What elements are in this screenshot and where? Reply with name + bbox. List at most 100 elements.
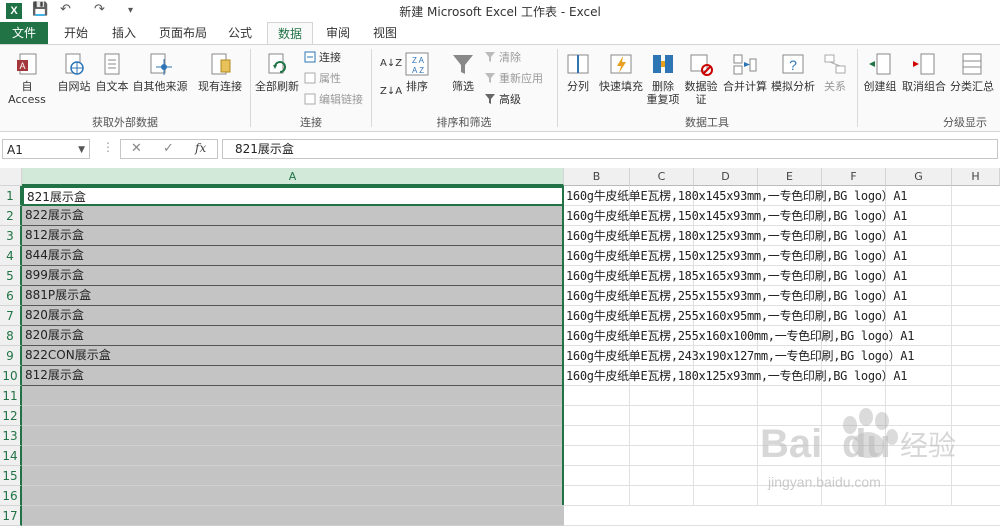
remove-duplicates-button[interactable]: 删除 重复项 [646, 51, 680, 106]
relationships-button[interactable]: 关系 [818, 51, 852, 93]
chevron-down-icon[interactable]: ▼ [78, 140, 85, 160]
tab-review[interactable]: 审阅 [318, 22, 358, 44]
row-header[interactable]: 14 [0, 446, 22, 466]
subtotal-button[interactable]: 分类汇总 [949, 51, 995, 93]
reapply-button[interactable]: 重新应用 [484, 72, 543, 86]
tab-page-layout[interactable]: 页面布局 [152, 22, 214, 44]
row-header[interactable]: 2 [0, 206, 22, 226]
resize-handle[interactable]: ⋮ [102, 140, 114, 154]
row-header[interactable]: 9 [0, 346, 22, 366]
filter-button[interactable]: 筛选 [446, 51, 480, 93]
cell-a[interactable] [22, 506, 564, 526]
row-header[interactable]: 13 [0, 426, 22, 446]
cell-a[interactable]: 881P展示盒 [22, 286, 564, 306]
column-header-e[interactable]: E [758, 168, 822, 186]
row-header[interactable]: 4 [0, 246, 22, 266]
consolidate-button[interactable]: 合并计算 [722, 51, 768, 93]
cell-b[interactable]: 160g牛皮纸单E瓦楞,243x190x127mm,一专色印刷,BG logo）… [566, 346, 914, 366]
column-header-h[interactable]: H [952, 168, 1000, 186]
save-icon[interactable]: 💾 [32, 2, 48, 17]
tab-data[interactable]: 数据 [267, 22, 313, 45]
row-header[interactable]: 6 [0, 286, 22, 306]
cell-a[interactable]: 812展示盒 [22, 366, 564, 386]
tab-view[interactable]: 视图 [365, 22, 405, 44]
cell-b[interactable]: 160g牛皮纸单E瓦楞,255x160x95mm,一专色印刷,BG logo）A… [566, 306, 908, 326]
cell-a[interactable] [22, 426, 564, 446]
row-header[interactable]: 5 [0, 266, 22, 286]
excel-app-icon[interactable]: X [6, 3, 22, 19]
select-all-corner[interactable] [0, 168, 22, 186]
name-box[interactable]: A1 ▼ [2, 139, 90, 159]
cell-b[interactable]: 160g牛皮纸单E瓦楞,180x125x93mm,一专色印刷,BG logo）A… [566, 366, 908, 386]
tab-file[interactable]: 文件 [0, 22, 48, 44]
cell-a[interactable] [22, 386, 564, 406]
row-header[interactable]: 16 [0, 486, 22, 506]
tab-formulas[interactable]: 公式 [220, 22, 260, 44]
cell-a[interactable]: 812展示盒 [22, 226, 564, 246]
row-header[interactable]: 3 [0, 226, 22, 246]
redo-icon[interactable]: ↷ [94, 2, 105, 17]
cell-a[interactable]: 822展示盒 [22, 206, 564, 226]
from-other-sources-button[interactable]: 自其他来源 [132, 51, 188, 93]
cell-b[interactable]: 160g牛皮纸单E瓦楞,185x165x93mm,一专色印刷,BG logo）A… [566, 266, 908, 286]
row-header[interactable]: 1 [0, 186, 22, 206]
cell-a[interactable] [22, 446, 564, 466]
from-access-button[interactable]: A 自 Access [2, 51, 52, 106]
tab-insert[interactable]: 插入 [104, 22, 144, 44]
properties-button[interactable]: 属性 [304, 72, 341, 86]
sort-ascending-icon[interactable]: A↓Z [380, 57, 402, 71]
column-header-d[interactable]: D [694, 168, 758, 186]
ungroup-button[interactable]: 取消组合 [901, 51, 947, 93]
qat-customize-icon[interactable]: ▾ [128, 5, 133, 16]
cell-b[interactable]: 160g牛皮纸单E瓦楞,180x145x93mm,一专色印刷,BG logo）A… [566, 186, 908, 206]
cancel-icon[interactable]: ✕ [131, 141, 142, 156]
cell-a[interactable] [22, 466, 564, 486]
cell-b[interactable]: 160g牛皮纸单E瓦楞,150x145x93mm,一专色印刷,BG logo）A… [566, 206, 908, 226]
clear-filter-button[interactable]: 清除 [484, 51, 521, 65]
row-header[interactable]: 15 [0, 466, 22, 486]
cell-b[interactable]: 160g牛皮纸单E瓦楞,255x155x93mm,一专色印刷,BG logo）A… [566, 286, 908, 306]
edit-links-button[interactable]: 编辑链接 [304, 93, 363, 107]
column-header-f[interactable]: F [822, 168, 886, 186]
column-header-c[interactable]: C [630, 168, 694, 186]
text-to-columns-button[interactable]: 分列 [561, 51, 595, 93]
function-icon[interactable]: fx [195, 141, 206, 155]
cell-a[interactable]: 820展示盒 [22, 326, 564, 346]
tab-home[interactable]: 开始 [56, 22, 96, 44]
row-header[interactable]: 12 [0, 406, 22, 426]
connections-button[interactable]: 连接 [304, 51, 341, 65]
column-header-b[interactable]: B [564, 168, 630, 186]
row-header[interactable]: 8 [0, 326, 22, 346]
cell-a[interactable]: 820展示盒 [22, 306, 564, 326]
undo-icon[interactable]: ↶ [60, 2, 71, 17]
row-header[interactable]: 11 [0, 386, 22, 406]
column-header-g[interactable]: G [886, 168, 952, 186]
row-header[interactable]: 7 [0, 306, 22, 326]
group-button[interactable]: 创建组 [861, 51, 899, 93]
data-validation-button[interactable]: 数据验 证 [682, 51, 720, 106]
cell-a[interactable]: 822CON展示盒 [22, 346, 564, 366]
cell-a[interactable]: 899展示盒 [22, 266, 564, 286]
cell-b[interactable]: 160g牛皮纸单E瓦楞,255x160x100mm,一专色印刷,BG logo）… [566, 326, 914, 346]
relationships-icon [824, 54, 846, 74]
column-header-a[interactable]: A [22, 168, 564, 186]
sort-button[interactable]: Z AA Z 排序 [400, 51, 434, 93]
formula-input[interactable]: 821展示盒 [222, 139, 998, 159]
what-if-analysis-button[interactable]: ? 模拟分析 [770, 51, 816, 93]
from-web-button[interactable]: 自网站 [56, 51, 92, 93]
flash-fill-button[interactable]: 快速填充 [598, 51, 644, 93]
existing-connections-button[interactable]: 现有连接 [196, 51, 244, 93]
cell-b[interactable]: 160g牛皮纸单E瓦楞,180x125x93mm,一专色印刷,BG logo）A… [566, 226, 908, 246]
advanced-filter-button[interactable]: 高级 [484, 93, 521, 107]
cell-a[interactable]: 844展示盒 [22, 246, 564, 266]
cell-b[interactable]: 160g牛皮纸单E瓦楞,150x125x93mm,一专色印刷,BG logo）A… [566, 246, 908, 266]
cell-a[interactable] [22, 406, 564, 426]
refresh-all-button[interactable]: 全部刷新 [254, 51, 300, 93]
cell-a[interactable]: 821展示盒 [22, 186, 564, 206]
sort-descending-icon[interactable]: Z↓A [380, 85, 402, 99]
enter-icon[interactable]: ✓ [163, 141, 174, 156]
from-text-button[interactable]: 自文本 [94, 51, 130, 93]
cell-a[interactable] [22, 486, 564, 506]
row-header[interactable]: 17 [0, 506, 22, 526]
row-header[interactable]: 10 [0, 366, 22, 386]
